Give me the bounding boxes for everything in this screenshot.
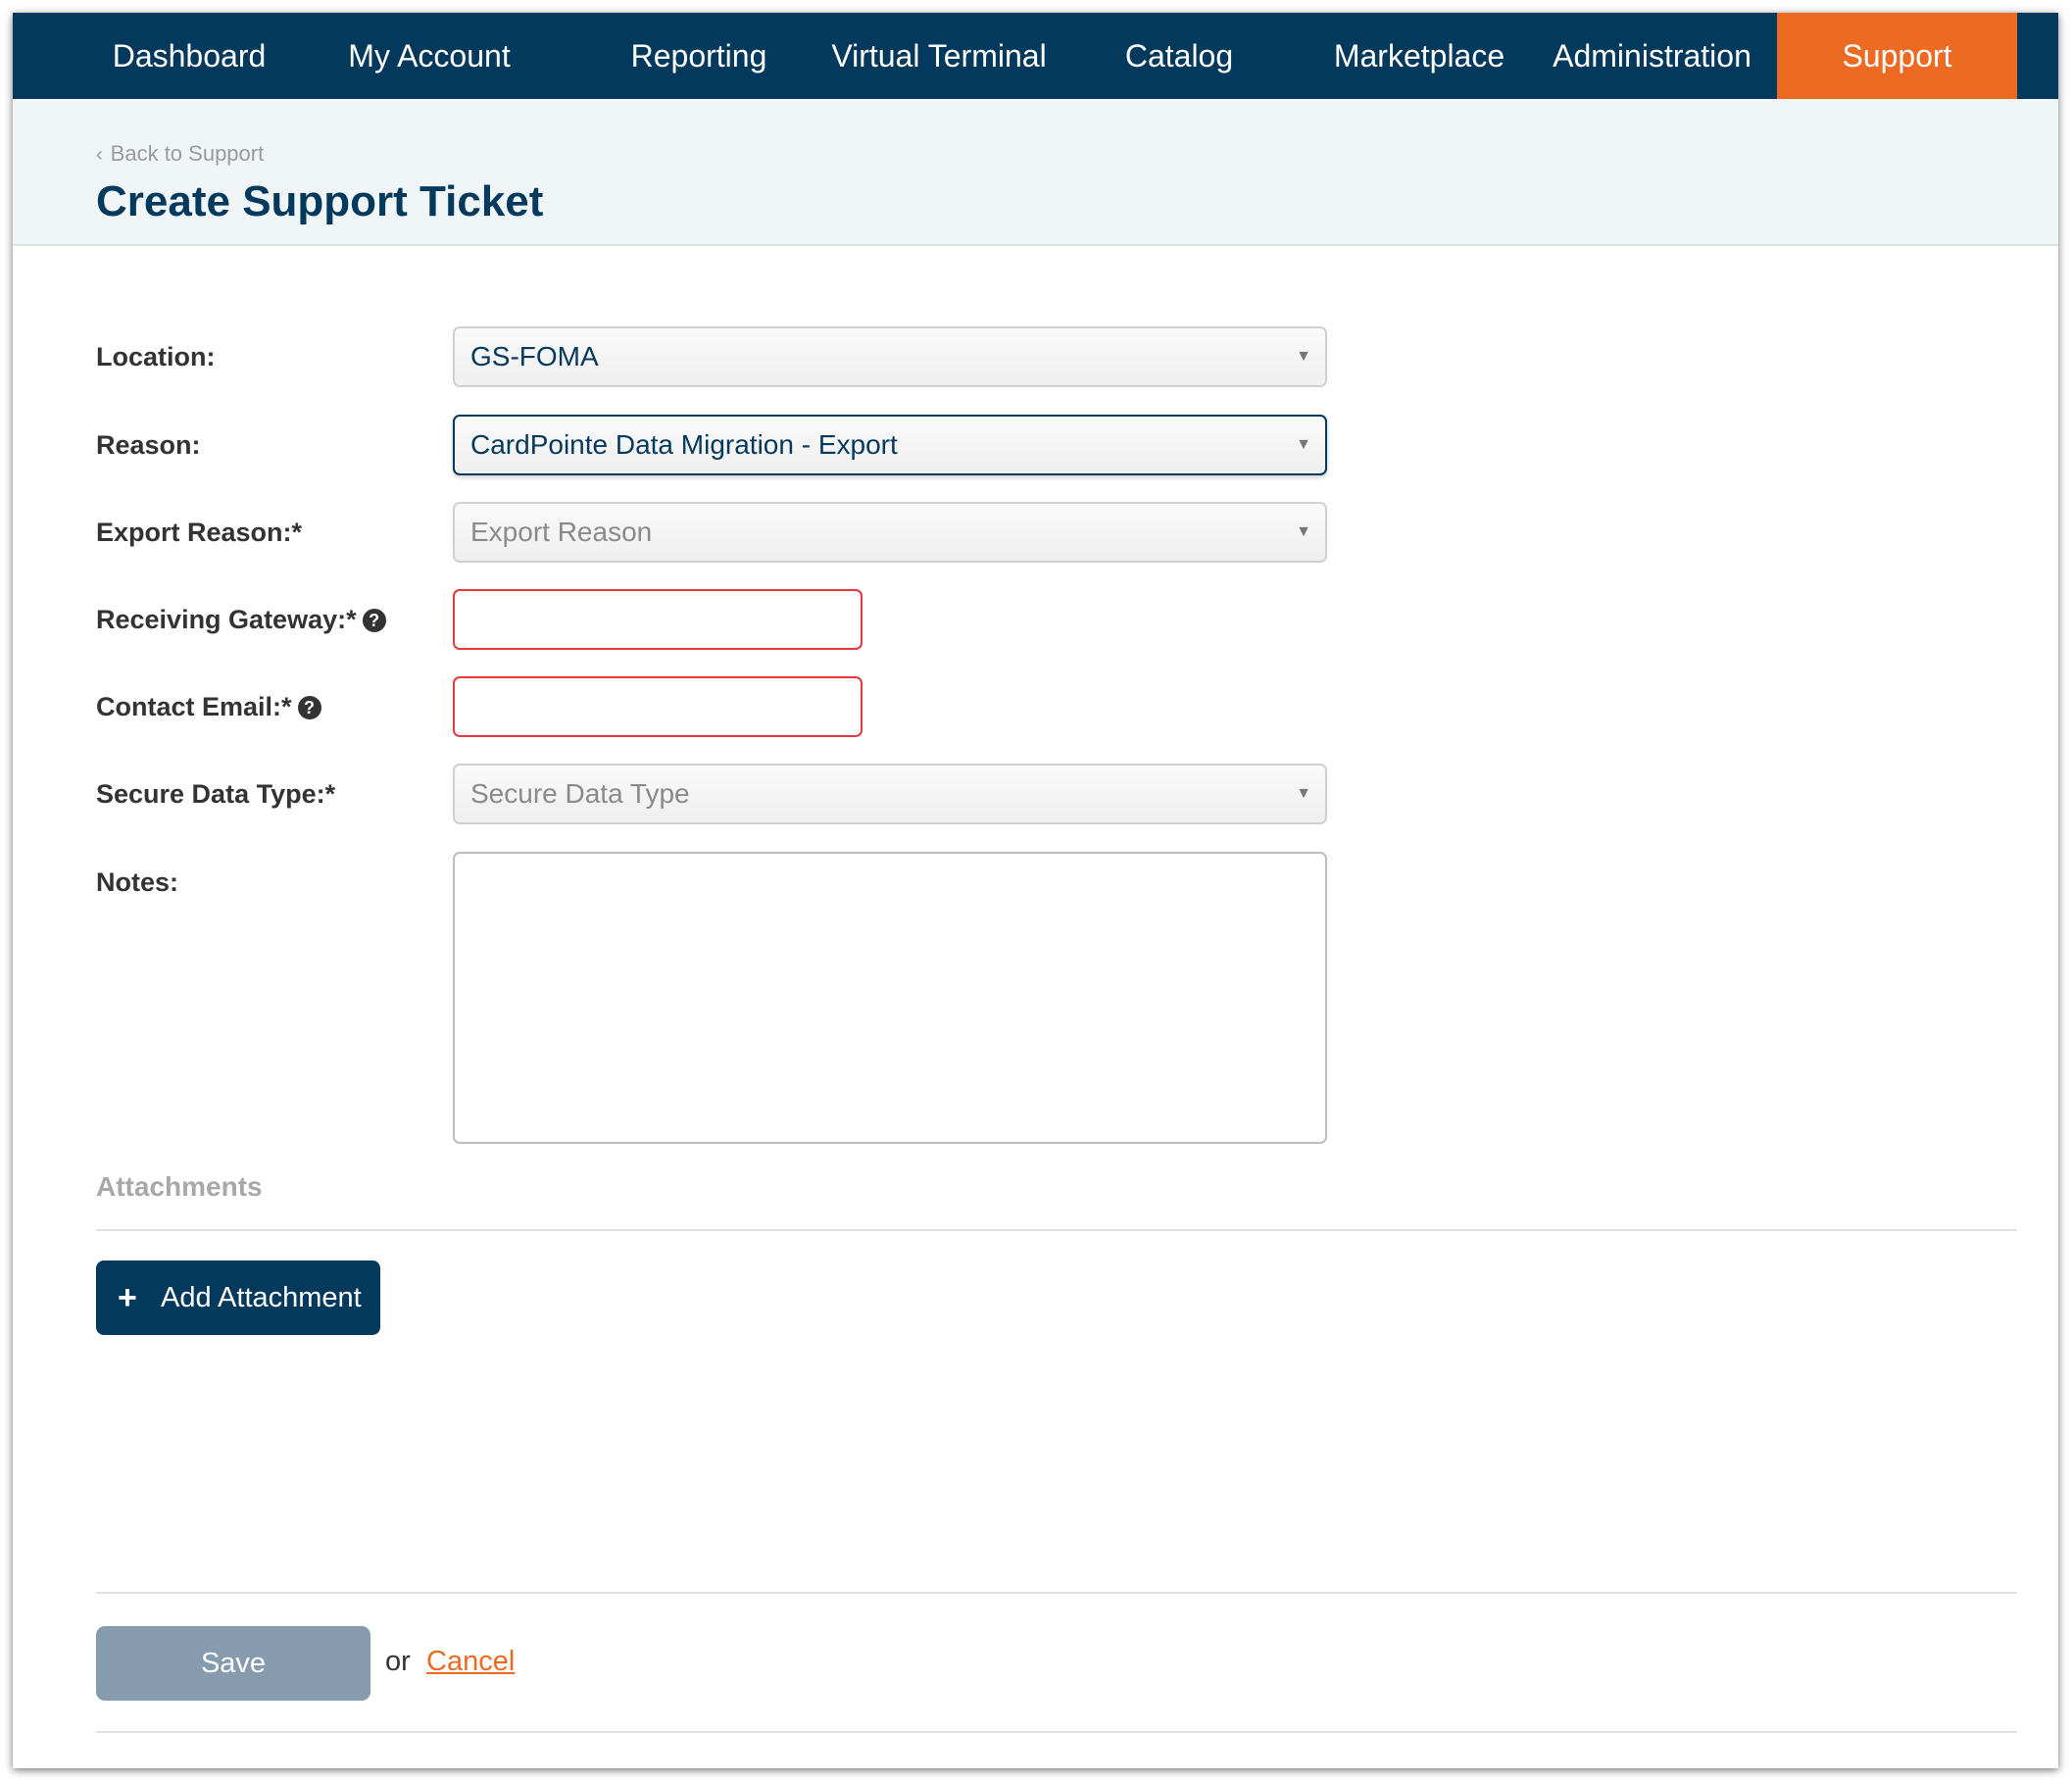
divider [96, 1229, 2017, 1231]
contact-email-input[interactable] [453, 676, 863, 737]
save-button[interactable]: Save [96, 1626, 370, 1701]
export-reason-placeholder: Export Reason [470, 517, 653, 547]
location-label: Location: [96, 342, 216, 371]
plus-icon: + [118, 1279, 137, 1316]
help-icon[interactable]: ? [297, 696, 321, 719]
location-value: GS-FOMA [470, 341, 599, 371]
reason-value: CardPointe Data Migration - Export [470, 429, 898, 460]
divider [96, 1592, 2017, 1594]
page-title: Create Support Ticket [96, 177, 544, 225]
help-icon[interactable]: ? [362, 609, 386, 632]
nav-dashboard[interactable]: Dashboard [96, 13, 282, 99]
or-text: or [385, 1646, 411, 1677]
contact-email-label: Contact Email:*? [96, 692, 321, 722]
export-reason-select[interactable]: Export Reason ▼ [453, 502, 1327, 563]
caret-down-icon: ▼ [1296, 523, 1311, 540]
app-window: Dashboard My Account Reporting Virtual T… [13, 13, 2058, 1768]
caret-down-icon: ▼ [1296, 785, 1311, 802]
secure-data-type-select[interactable]: Secure Data Type ▼ [453, 764, 1327, 824]
back-link-label: Back to Support [110, 141, 265, 166]
add-attachment-label: Add Attachment [161, 1282, 362, 1313]
cancel-link[interactable]: Cancel [426, 1646, 515, 1678]
receiving-gateway-label: Receiving Gateway:*? [96, 605, 386, 635]
reason-label: Reason: [96, 430, 201, 460]
back-to-support-link[interactable]: ‹ Back to Support [96, 141, 264, 167]
receiving-gateway-label-text: Receiving Gateway:* [96, 605, 357, 634]
top-nav: Dashboard My Account Reporting Virtual T… [13, 13, 2058, 99]
location-select[interactable]: GS-FOMA ▼ [453, 326, 1327, 387]
attachments-heading: Attachments [96, 1171, 263, 1202]
contact-email-label-text: Contact Email:* [96, 692, 292, 721]
nav-marketplace[interactable]: Marketplace [1316, 13, 1522, 99]
reason-select[interactable]: CardPointe Data Migration - Export ▼ [453, 415, 1327, 475]
notes-textarea[interactable] [453, 852, 1327, 1144]
add-attachment-button[interactable]: + Add Attachment [96, 1261, 380, 1335]
nav-administration[interactable]: Administration [1542, 13, 1762, 99]
caret-down-icon: ▼ [1296, 348, 1311, 365]
notes-label: Notes: [96, 867, 179, 897]
secure-data-type-placeholder: Secure Data Type [470, 778, 690, 809]
nav-catalog[interactable]: Catalog [1091, 13, 1267, 99]
caret-down-icon: ▼ [1296, 436, 1311, 453]
page-header: ‹ Back to Support Create Support Ticket [13, 99, 2058, 246]
nav-my-account[interactable]: My Account [336, 13, 522, 99]
secure-data-type-label: Secure Data Type:* [96, 779, 336, 809]
receiving-gateway-input[interactable] [453, 589, 863, 650]
export-reason-label: Export Reason:* [96, 518, 303, 547]
divider [96, 1731, 2017, 1733]
nav-support[interactable]: Support [1777, 13, 2017, 99]
nav-reporting[interactable]: Reporting [611, 13, 787, 99]
chevron-left-icon: ‹ [96, 144, 103, 166]
nav-virtual-terminal[interactable]: Virtual Terminal [816, 13, 1061, 99]
